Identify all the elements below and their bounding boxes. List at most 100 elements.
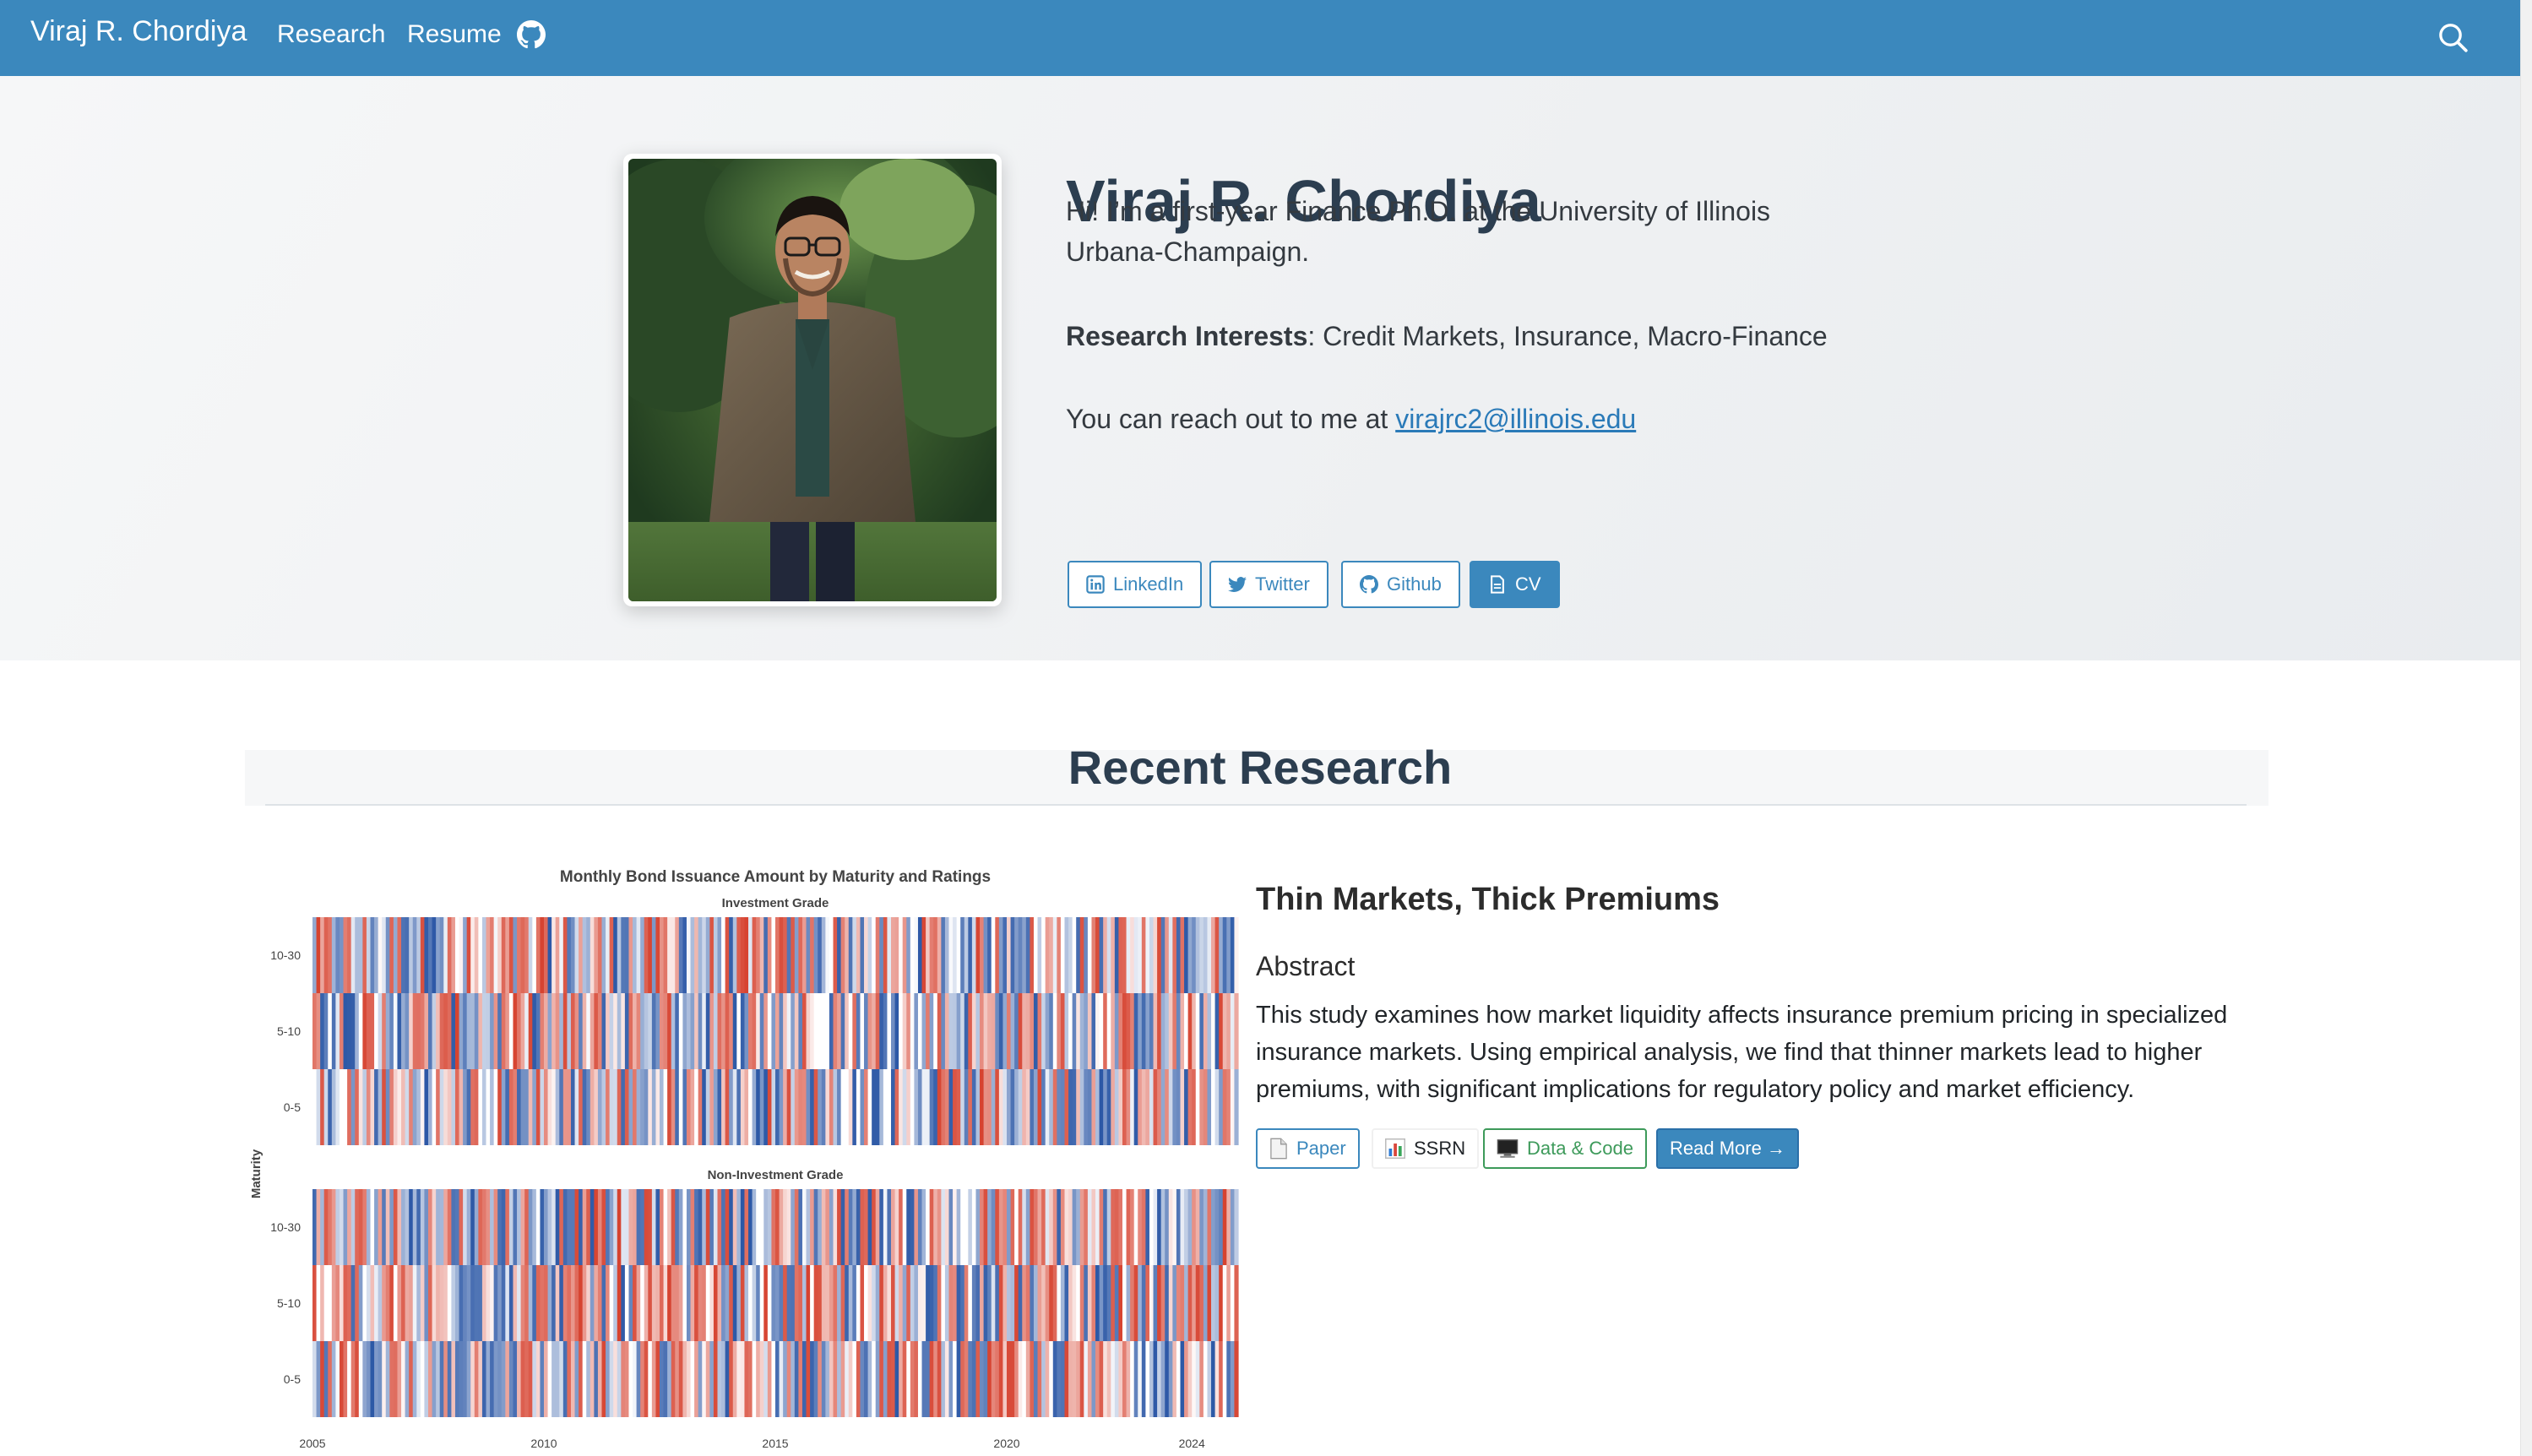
heatmap-cell [1030, 1069, 1035, 1145]
heatmap-cell [1057, 993, 1062, 1069]
heatmap-cell [323, 1341, 329, 1417]
paper-title[interactable]: Thin Markets, Thick Premiums [1256, 882, 1720, 918]
heatmap-cell [621, 1069, 626, 1145]
read-more-button[interactable]: Read More → [1656, 1128, 1799, 1169]
heatmap-cell [987, 1341, 992, 1417]
heatmap-cell [1160, 1189, 1165, 1265]
heatmap-cell [540, 1341, 545, 1417]
heatmap-cell [1172, 917, 1177, 993]
heatmap-cell [644, 1069, 649, 1145]
heatmap-cell [555, 993, 560, 1069]
heatmap-cell [759, 917, 764, 993]
heatmap-cell [1111, 1265, 1116, 1341]
heatmap-cell [606, 993, 611, 1069]
github-button[interactable]: Github [1341, 561, 1460, 608]
nav-link-resume[interactable]: Resume [407, 20, 502, 49]
heatmap-cell [690, 1189, 695, 1265]
heatmap-cell [775, 1069, 780, 1145]
heatmap-cell [544, 1069, 549, 1145]
ssrn-button[interactable]: SSRN [1372, 1128, 1480, 1169]
heatmap-cell [490, 1069, 495, 1145]
heatmap-cell [756, 1341, 761, 1417]
heatmap-cell [1018, 917, 1023, 993]
heatmap-cell [906, 917, 911, 993]
heatmap-cell [389, 1341, 394, 1417]
heatmap-cell [991, 917, 996, 993]
heatmap-cell [910, 1265, 915, 1341]
heatmap-cell [466, 1189, 471, 1265]
data-code-button[interactable]: Data & Code [1483, 1128, 1647, 1169]
heatmap-cell [428, 917, 433, 993]
heatmap-cell [902, 1189, 907, 1265]
heatmap-cell [1176, 1189, 1182, 1265]
heatmap-cell [443, 993, 448, 1069]
heatmap-cell [837, 993, 842, 1069]
heatmap-cell [459, 993, 464, 1069]
heatmap-cell [705, 1341, 710, 1417]
heatmap-cell [914, 1265, 919, 1341]
heatmap-cell [570, 1189, 576, 1265]
heatmap-cell [756, 1189, 761, 1265]
heatmap-cell [732, 1189, 737, 1265]
email-link[interactable]: virajrc2@illinois.edu [1395, 404, 1636, 434]
heatmap-cell [660, 993, 665, 1069]
heatmap-cell [845, 1189, 850, 1265]
heatmap-cell [729, 1341, 734, 1417]
paper-button[interactable]: Paper [1256, 1128, 1360, 1169]
heatmap-cell [675, 1341, 680, 1417]
heatmap-cell [736, 1341, 742, 1417]
heatmap-cell [517, 1265, 522, 1341]
heatmap-cell [443, 1265, 448, 1341]
heatmap-cell [535, 1341, 541, 1417]
heatmap-cell [481, 1265, 487, 1341]
nav-link-research[interactable]: Research [277, 20, 385, 49]
heatmap-cell [845, 993, 850, 1069]
heatmap-cell [705, 1189, 710, 1265]
heatmap-cell [463, 917, 468, 993]
heatmap-cell [505, 1189, 510, 1265]
heatmap-cell [347, 1069, 352, 1145]
cv-button[interactable]: CV [1470, 561, 1560, 608]
twitter-button[interactable]: Twitter [1209, 561, 1328, 608]
github-icon[interactable] [517, 20, 546, 49]
heatmap-cell [1025, 1265, 1030, 1341]
heatmap-cell [401, 993, 406, 1069]
heatmap-cell [501, 993, 506, 1069]
heatmap-cell [813, 993, 818, 1069]
heatmap-cell [1002, 1341, 1008, 1417]
heatmap-cell [447, 993, 452, 1069]
heatmap-cell [562, 1265, 568, 1341]
heatmap-cell [810, 1341, 815, 1417]
heatmap-cell [709, 1265, 715, 1341]
heatmap-cell [675, 1265, 680, 1341]
heatmap-cell [663, 1189, 668, 1265]
heatmap-cell [1076, 993, 1081, 1069]
heatmap-cell [1045, 993, 1050, 1069]
brand-link[interactable]: Viraj R. Chordiya [30, 15, 247, 48]
heatmap-cell [579, 993, 584, 1069]
heatmap-cell [810, 1189, 815, 1265]
heatmap-cell [621, 1265, 626, 1341]
heatmap-cell [806, 1265, 811, 1341]
heatmap-cell [1192, 993, 1197, 1069]
vertical-scrollbar[interactable] [2520, 0, 2532, 1456]
heatmap-cell [783, 1341, 788, 1417]
heatmap-cell [609, 1265, 614, 1341]
panel-title-nig: Non-Investment Grade [708, 1168, 844, 1182]
heatmap-cell [1014, 1265, 1019, 1341]
heatmap-cell [347, 1341, 352, 1417]
heatmap-cell [875, 917, 880, 993]
heatmap-cell [736, 1189, 742, 1265]
heatmap-cell [328, 1189, 333, 1265]
linkedin-button[interactable]: LinkedIn [1068, 561, 1203, 608]
heatmap-cell [466, 993, 471, 1069]
heatmap-cell [960, 1069, 965, 1145]
heatmap-cell [887, 1189, 892, 1265]
search-icon[interactable] [2436, 20, 2470, 54]
heatmap-cell [528, 993, 533, 1069]
heatmap-cell [806, 1069, 811, 1145]
heatmap-cell [1172, 993, 1177, 1069]
heatmap-cell [490, 1341, 495, 1417]
heatmap-cell [459, 917, 464, 993]
heatmap-cell [1165, 917, 1170, 993]
